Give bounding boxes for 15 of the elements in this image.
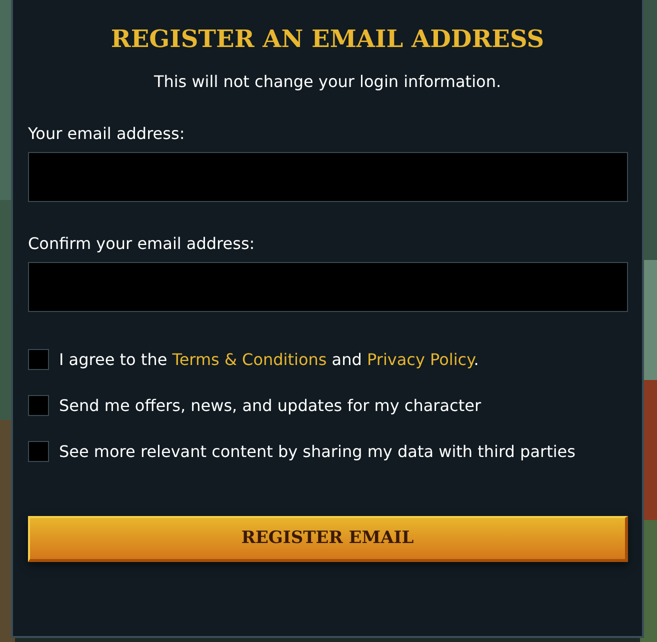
checkbox[interactable] [28, 349, 49, 370]
email-field[interactable] [28, 152, 628, 202]
link[interactable]: Terms & Conditions [172, 350, 327, 369]
link[interactable]: Privacy Policy [367, 350, 474, 369]
field-label: Confirm your email address: [28, 233, 256, 255]
checkbox-label: I agree to the Terms & Conditions and Privacy Policy. [59, 349, 479, 371]
email-field[interactable] [28, 262, 628, 312]
subtitle: This will not change your login information. [152, 71, 502, 93]
checkbox[interactable] [28, 395, 49, 416]
register-button[interactable]: REGISTER EMAIL [28, 516, 628, 562]
dialog-title: REGISTER AN EMAIL ADDRESS [110, 23, 546, 55]
checkbox[interactable] [28, 441, 49, 462]
checkbox-label: See more relevant content by sharing my data with third parties [59, 441, 576, 463]
checkbox-label: Send me offers, news, and updates for my character [59, 395, 482, 417]
field-label: Your email address: [28, 123, 186, 145]
